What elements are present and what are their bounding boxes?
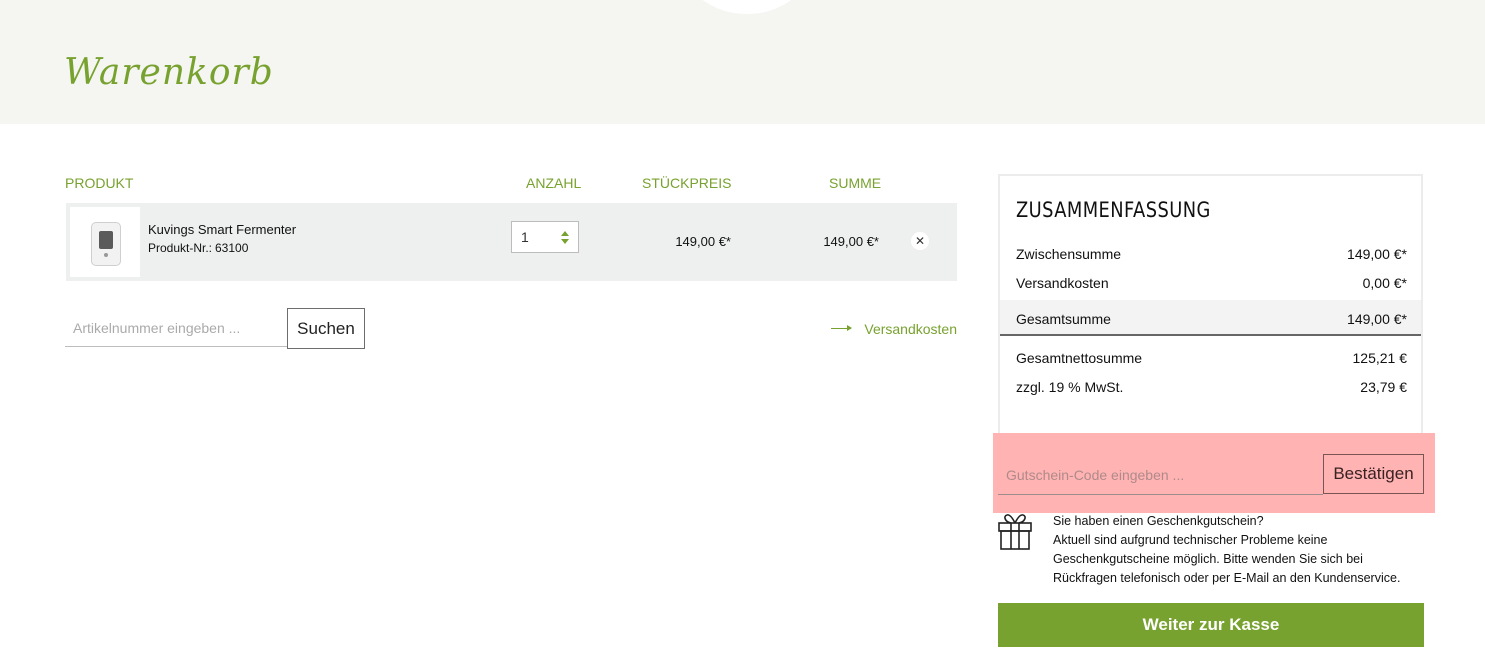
- product-name-link[interactable]: Kuvings Smart Fermenter: [148, 222, 296, 237]
- gift-notice-line: Aktuell sind aufgrund technischer Proble…: [1053, 533, 1328, 547]
- quantity-value: 1: [521, 229, 529, 245]
- shipping-costs-link[interactable]: Versandkosten: [864, 321, 957, 337]
- remove-item-button[interactable]: ✕: [911, 232, 929, 250]
- cart-item-row: Kuvings Smart Fermenter Produkt-Nr.: 631…: [66, 203, 957, 281]
- subtotal-value: 149,00 €*: [1347, 246, 1407, 262]
- summary-title: ZUSAMMENFASSUNG: [1016, 198, 1211, 222]
- article-number-input[interactable]: [65, 309, 287, 347]
- close-icon: ✕: [914, 234, 926, 248]
- total-label: Gesamtsumme: [1016, 311, 1111, 327]
- column-header-unit-price: STÜCKPREIS: [642, 175, 732, 191]
- column-header-sum: SUMME: [829, 175, 882, 191]
- unit-price: 149,00 €*: [675, 234, 731, 249]
- gift-notice-line: Sie haben einen Geschenkgutschein?: [1053, 514, 1264, 528]
- subtotal-label: Zwischensumme: [1016, 246, 1122, 262]
- column-header-quantity: ANZAHL: [526, 175, 582, 191]
- confirm-voucher-button[interactable]: Bestätigen: [1323, 454, 1424, 494]
- voucher-code-input[interactable]: [998, 455, 1323, 495]
- gift-icon: [998, 514, 1032, 550]
- shipping-value: 0,00 €*: [1362, 275, 1407, 291]
- product-number-label: Produkt-Nr.:: [148, 241, 213, 255]
- column-header-product: PRODUKT: [65, 175, 134, 191]
- quantity-select[interactable]: 1: [511, 221, 579, 253]
- net-total-label: Gesamtnettosumme: [1016, 350, 1143, 366]
- row-sum: 149,00 €*: [823, 234, 879, 249]
- checkout-button[interactable]: Weiter zur Kasse: [998, 603, 1424, 647]
- shipping-label: Versandkosten: [1016, 275, 1109, 291]
- page-title: Warenkorb: [64, 52, 274, 93]
- product-number: 63100: [215, 241, 249, 255]
- vat-value: 23,79 €: [1360, 379, 1407, 395]
- page-header: Warenkorb: [0, 0, 1485, 124]
- order-summary: ZUSAMMENFASSUNG Zwischensumme 149,00 €* …: [998, 174, 1423, 438]
- arrow-right-icon: [831, 325, 852, 331]
- total-value: 149,00 €*: [1347, 311, 1407, 327]
- fermenter-image: [91, 222, 121, 266]
- gift-notice-line: Geschenkgutscheine möglich. Bitte wenden…: [1053, 552, 1363, 566]
- search-button[interactable]: Suchen: [287, 308, 365, 349]
- gift-voucher-notice: Sie haben einen Geschenkgutschein? Aktue…: [1053, 512, 1428, 588]
- select-arrows-icon: [561, 231, 569, 245]
- vat-label: zzgl. 19 % MwSt.: [1016, 379, 1124, 395]
- product-thumbnail[interactable]: [70, 207, 140, 277]
- header-decoration: [672, 0, 822, 14]
- gift-notice-line: Rückfragen telefonisch oder per E-Mail a…: [1053, 571, 1401, 585]
- net-total-value: 125,21 €: [1352, 350, 1408, 366]
